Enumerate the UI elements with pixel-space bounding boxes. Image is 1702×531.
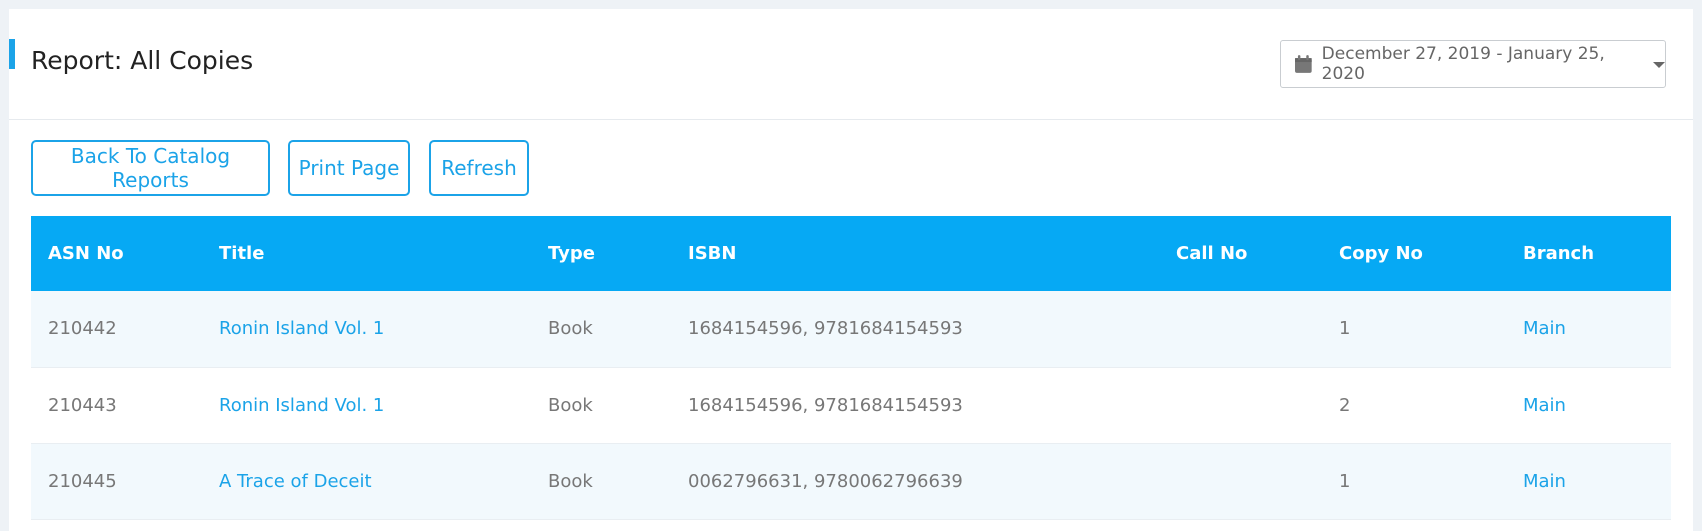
- title-accent-bar: [9, 39, 15, 69]
- back-to-catalog-reports-button[interactable]: Back To Catalog Reports: [31, 140, 270, 196]
- calendar-icon: [1295, 55, 1312, 73]
- table-header-row: ASN No Title Type ISBN Call No Copy No B…: [31, 216, 1671, 291]
- report-table: ASN No Title Type ISBN Call No Copy No B…: [31, 216, 1671, 520]
- column-header-copy-no[interactable]: Copy No: [1322, 216, 1506, 291]
- title-link[interactable]: A Trace of Deceit: [219, 471, 372, 492]
- column-header-call-no[interactable]: Call No: [1159, 216, 1322, 291]
- cell-branch: Main: [1506, 291, 1671, 368]
- cell-call-no: [1159, 367, 1322, 444]
- report-panel: Report: All Copies December 27, 2019 - J…: [9, 9, 1693, 531]
- cell-type: Book: [531, 367, 671, 444]
- panel-header: Report: All Copies December 27, 2019 - J…: [9, 9, 1693, 120]
- title-link[interactable]: Ronin Island Vol. 1: [219, 318, 384, 339]
- table-row: 210445 A Trace of Deceit Book 0062796631…: [31, 443, 1671, 520]
- cell-isbn: 1684154596, 9781684154593: [671, 291, 1159, 368]
- cell-copy-no: 2: [1322, 367, 1506, 444]
- cell-call-no: [1159, 443, 1322, 520]
- cell-copy-no: 1: [1322, 291, 1506, 368]
- column-header-isbn[interactable]: ISBN: [671, 216, 1159, 291]
- cell-title: A Trace of Deceit: [202, 443, 531, 520]
- branch-link[interactable]: Main: [1523, 318, 1566, 339]
- cell-isbn: 1684154596, 9781684154593: [671, 367, 1159, 444]
- cell-branch: Main: [1506, 443, 1671, 520]
- title-link[interactable]: Ronin Island Vol. 1: [219, 395, 384, 416]
- cell-copy-no: 1: [1322, 443, 1506, 520]
- branch-link[interactable]: Main: [1523, 471, 1566, 492]
- column-header-title[interactable]: Title: [202, 216, 531, 291]
- cell-title: Ronin Island Vol. 1: [202, 291, 531, 368]
- cell-isbn: 0062796631, 9780062796639: [671, 443, 1159, 520]
- print-page-button[interactable]: Print Page: [288, 140, 410, 196]
- cell-asn: 210445: [31, 443, 202, 520]
- table-row: 210443 Ronin Island Vol. 1 Book 16841545…: [31, 367, 1671, 444]
- column-header-asn-no[interactable]: ASN No: [31, 216, 202, 291]
- cell-branch: Main: [1506, 367, 1671, 444]
- branch-link[interactable]: Main: [1523, 395, 1566, 416]
- date-range-text: December 27, 2019 - January 25, 2020: [1321, 44, 1605, 84]
- cell-type: Book: [531, 291, 671, 368]
- cell-asn: 210442: [31, 291, 202, 368]
- column-header-branch[interactable]: Branch: [1506, 216, 1671, 291]
- table-row: 210442 Ronin Island Vol. 1 Book 16841545…: [31, 291, 1671, 368]
- cell-call-no: [1159, 291, 1322, 368]
- date-range-picker[interactable]: December 27, 2019 - January 25, 2020: [1280, 40, 1666, 88]
- column-header-type[interactable]: Type: [531, 216, 671, 291]
- page-title: Report: All Copies: [31, 46, 254, 75]
- cell-type: Book: [531, 443, 671, 520]
- refresh-button[interactable]: Refresh: [429, 140, 529, 196]
- caret-down-icon: [1653, 62, 1665, 68]
- cell-asn: 210443: [31, 367, 202, 444]
- cell-title: Ronin Island Vol. 1: [202, 367, 531, 444]
